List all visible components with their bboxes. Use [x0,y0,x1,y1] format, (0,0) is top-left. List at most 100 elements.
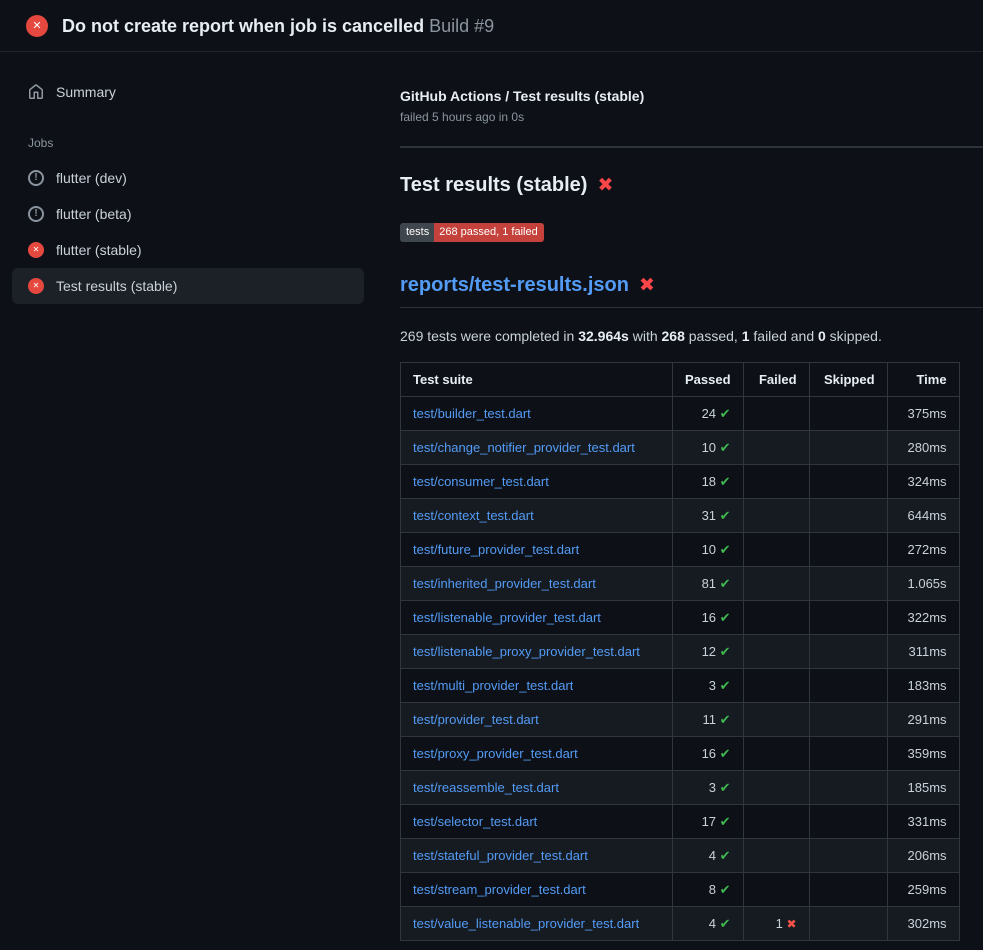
report-title: reports/test-results.json ✖ [400,274,983,308]
summary-text: failed and [750,328,819,344]
suite-link[interactable]: test/listenable_proxy_provider_test.dart [413,644,640,659]
neutral-status-icon: ! [28,170,44,186]
time-cell: 331ms [887,805,959,839]
passed-cell: 8 ✔ [673,873,744,907]
failed-status-icon: ✕ [26,15,48,37]
time-cell: 644ms [887,499,959,533]
sidebar-item-flutter-stable[interactable]: ✕ flutter (stable) [12,232,364,268]
suite-link[interactable]: test/provider_test.dart [413,712,539,727]
table-row: test/value_listenable_provider_test.dart… [401,907,960,941]
suite-link[interactable]: test/consumer_test.dart [413,474,549,489]
suite-link[interactable]: test/stream_provider_test.dart [413,882,586,897]
suite-link[interactable]: test/context_test.dart [413,508,534,523]
sidebar-item-flutter-beta[interactable]: ! flutter (beta) [12,196,364,232]
table-row: test/future_provider_test.dart 10 ✔ 272ms [401,533,960,567]
failed-cell [743,635,809,669]
passed-cell: 11 ✔ [673,703,744,737]
passed-cell: 10 ✔ [673,431,744,465]
summary-duration: 32.964s [578,328,629,344]
suite-link[interactable]: test/multi_provider_test.dart [413,678,573,693]
passed-cell: 12 ✔ [673,635,744,669]
failed-cell: 1 ✖ [743,907,809,941]
time-cell: 311ms [887,635,959,669]
table-row: test/change_notifier_provider_test.dart 1… [401,431,960,465]
table-row: test/multi_provider_test.dart 3 ✔ 183ms [401,669,960,703]
summary-failed-count: 1 [742,328,750,344]
time-cell: 272ms [887,533,959,567]
sidebar-item-label: Test results (stable) [56,278,177,294]
summary-skipped-count: 0 [818,328,826,344]
failed-cell [743,805,809,839]
suite-link[interactable]: test/proxy_provider_test.dart [413,746,578,761]
suite-link[interactable]: test/reassemble_test.dart [413,780,559,795]
time-cell: 302ms [887,907,959,941]
suite-link[interactable]: test/inherited_provider_test.dart [413,576,596,591]
column-header-skipped: Skipped [809,363,887,397]
suite-cell: test/multi_provider_test.dart [401,669,673,703]
time-cell: 291ms [887,703,959,737]
suite-link[interactable]: test/stateful_provider_test.dart [413,848,588,863]
suite-link[interactable]: test/value_listenable_provider_test.dart [413,916,639,931]
summary-text: with [629,328,662,344]
skipped-cell [809,431,887,465]
table-row: test/selector_test.dart 17 ✔ 331ms [401,805,960,839]
table-row: test/context_test.dart31 ✔644ms [401,499,960,533]
check-icon: ✔ [720,746,731,761]
skipped-cell [809,737,887,771]
skipped-cell [809,635,887,669]
failed-cell [743,839,809,873]
skipped-cell [809,465,887,499]
check-icon: ✔ [720,474,731,489]
passed-cell: 10 ✔ [673,533,744,567]
failed-cell [743,465,809,499]
failed-cell [743,601,809,635]
suite-link[interactable]: test/builder_test.dart [413,406,531,421]
table-row: test/reassemble_test.dart3 ✔185ms [401,771,960,805]
table-row: test/inherited_provider_test.dart81 ✔1.0… [401,567,960,601]
time-cell: 375ms [887,397,959,431]
table-row: test/listenable_provider_test.dart16 ✔32… [401,601,960,635]
table-row: test/builder_test.dart24 ✔375ms [401,397,960,431]
sidebar-item-summary[interactable]: Summary [12,74,364,110]
passed-cell: 4 ✔ [673,839,744,873]
suite-link[interactable]: test/listenable_provider_test.dart [413,610,601,625]
skipped-cell [809,873,887,907]
results-table: Test suite Passed Failed Skipped Time te… [400,362,960,941]
page-layout: Summary Jobs ! flutter (dev) ! flutter (… [0,52,983,941]
sidebar-item-flutter-dev[interactable]: ! flutter (dev) [12,160,364,196]
failed-cell [743,669,809,703]
failed-status-icon: ✕ [28,278,44,294]
suite-cell: test/change_notifier_provider_test.dart [401,431,673,465]
x-icon: ✖ [786,917,796,931]
table-row: test/provider_test.dart 11 ✔ 291ms [401,703,960,737]
check-icon: ✔ [720,610,731,625]
passed-cell: 3 ✔ [673,669,744,703]
page-title: Do not create report when job is cancell… [62,16,494,37]
suite-link[interactable]: test/change_notifier_provider_test.dart [413,440,635,455]
column-header-passed: Passed [673,363,744,397]
check-icon: ✔ [720,406,731,421]
x-icon: ✖ [639,276,655,295]
main-content: GitHub Actions / Test results (stable) f… [376,52,983,941]
build-number: Build #9 [429,16,494,36]
table-row: test/proxy_provider_test.dart16 ✔359ms [401,737,960,771]
passed-cell: 3 ✔ [673,771,744,805]
suite-link[interactable]: test/selector_test.dart [413,814,537,829]
report-link[interactable]: reports/test-results.json [400,274,629,297]
time-cell: 183ms [887,669,959,703]
suite-cell: test/selector_test.dart [401,805,673,839]
sidebar-item-test-results-stable[interactable]: ✕ Test results (stable) [12,268,364,304]
failed-cell [743,431,809,465]
passed-cell: 16 ✔ [673,737,744,771]
breadcrumb: GitHub Actions / Test results (stable) [400,88,983,104]
sidebar-item-label: flutter (beta) [56,206,131,222]
summary-text: 269 tests were completed in [400,328,578,344]
run-title: Do not create report when job is cancell… [62,16,424,36]
passed-cell: 17 ✔ [673,805,744,839]
time-cell: 280ms [887,431,959,465]
check-icon: ✔ [720,508,731,523]
failed-cell [743,703,809,737]
failed-cell [743,737,809,771]
suite-link[interactable]: test/future_provider_test.dart [413,542,579,557]
page-header: ✕ Do not create report when job is cance… [0,0,983,52]
